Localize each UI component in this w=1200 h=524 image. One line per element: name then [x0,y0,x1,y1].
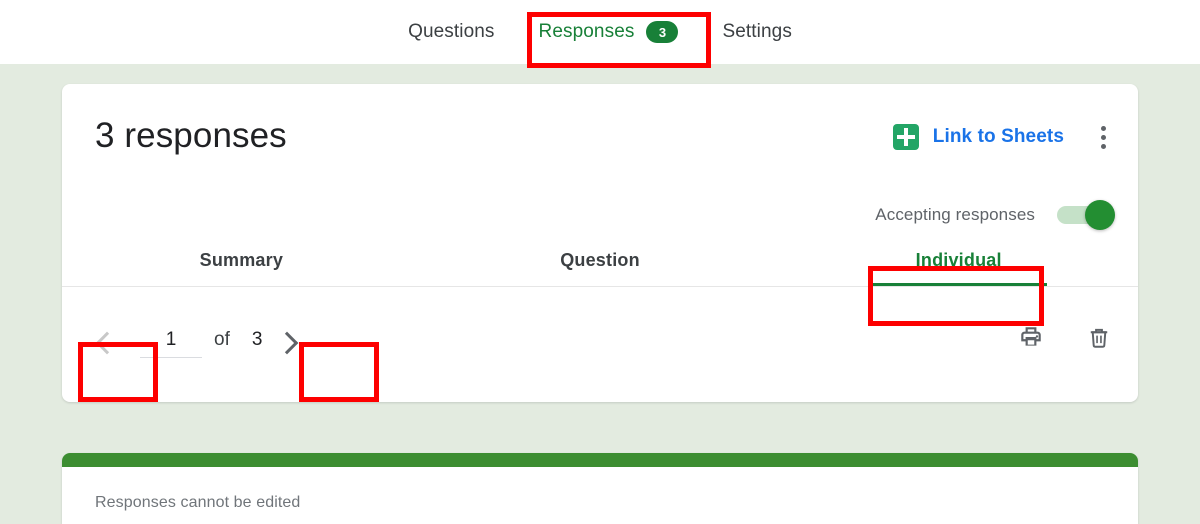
accepting-responses-label: Accepting responses [875,205,1035,224]
print-icon [1021,327,1041,346]
response-card-top-bar [62,453,1138,467]
chevron-right-icon [276,331,299,355]
subtab-individual-label: Individual [915,249,1002,270]
page-title: 3 responses [95,116,287,155]
toggle-knob [1085,200,1115,230]
accepting-responses-row: Accepting responses [875,200,1115,230]
subtab-question-label: Question [560,249,640,270]
subtab-individual[interactable]: Individual [779,234,1138,286]
kebab-dot [1100,125,1106,131]
forms-responses-page: Questions Responses 3 Settings 3 respons… [0,0,1200,524]
trash-icon [1090,328,1108,348]
form-top-tabbar: Questions Responses 3 Settings [0,0,1200,64]
link-to-sheets-button[interactable]: Link to Sheets [892,124,1064,150]
responses-not-editable-notice: Responses cannot be edited [95,494,301,511]
pager-controls: of 3 [78,316,316,370]
total-pages-label: 3 [251,329,263,350]
response-actions [1014,320,1116,354]
kebab-dot [1100,134,1106,140]
chevron-left-icon [95,331,119,355]
subtab-summary[interactable]: Summary [62,234,421,286]
subtab-summary-label: Summary [199,249,284,270]
previous-response-button[interactable] [78,316,132,370]
link-to-sheets-label: Link to Sheets [932,126,1064,147]
delete-response-button[interactable] [1082,320,1116,354]
of-label: of [214,329,230,350]
tab-settings-label: Settings [722,21,792,42]
individual-response-card: Responses cannot be edited [62,453,1138,524]
tab-responses[interactable]: Responses 3 [517,0,701,64]
responses-view-tabs: Summary Question Individual [62,234,1138,286]
tab-questions[interactable]: Questions [386,0,516,64]
responses-card-header: 3 responses Link to Sheets Accepting res… [62,84,1138,287]
tab-responses-label: Responses [538,21,635,42]
individual-response-pager: of 3 [62,286,1138,402]
tab-settings[interactable]: Settings [700,0,813,64]
page-number-field-wrap [140,328,202,358]
kebab-menu-icon[interactable] [1090,122,1116,152]
kebab-dot [1100,143,1106,149]
accepting-responses-toggle[interactable] [1057,200,1115,230]
responses-summary-card: 3 responses Link to Sheets Accepting res… [62,84,1138,402]
google-sheets-icon [892,124,919,150]
page-number-underline [140,356,202,358]
subtab-question[interactable]: Question [421,234,780,286]
print-response-button[interactable] [1014,320,1048,354]
next-response-button[interactable] [262,316,316,370]
header-actions: Link to Sheets [892,122,1116,152]
responses-count-badge: 3 [646,21,679,43]
page-number-input[interactable] [140,328,202,357]
tab-questions-label: Questions [408,21,495,42]
